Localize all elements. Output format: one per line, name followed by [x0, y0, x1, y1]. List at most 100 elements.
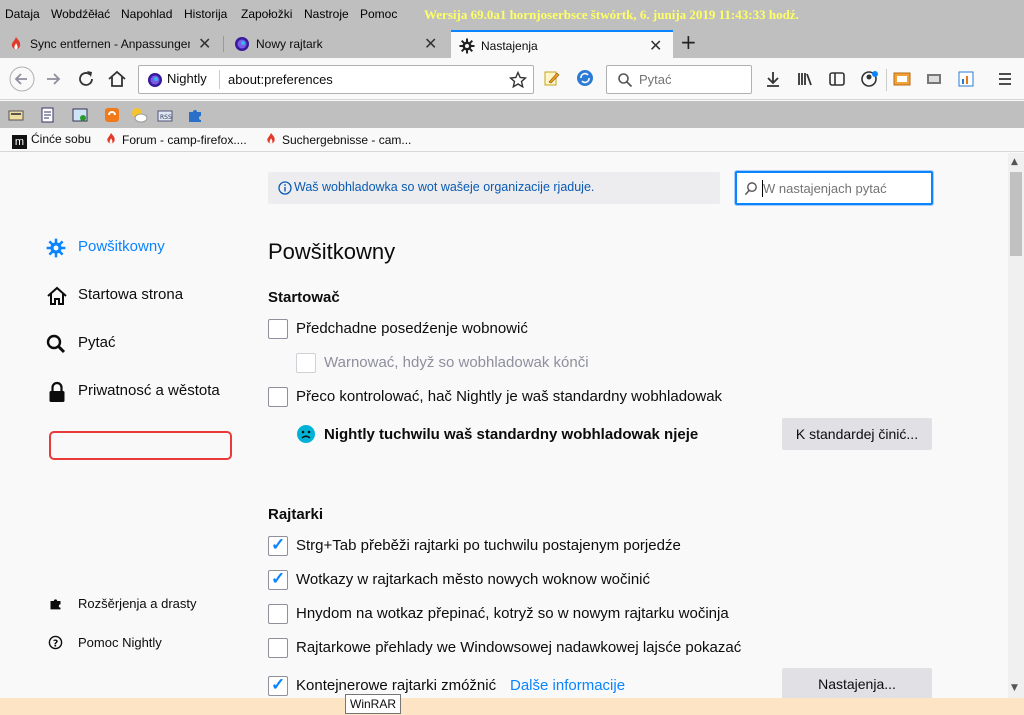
feed-icon[interactable]: RSS	[157, 108, 173, 124]
weather-icon[interactable]	[130, 106, 148, 124]
document-icon[interactable]	[40, 107, 56, 123]
section-heading-tabs: Rajtarki	[268, 506, 324, 523]
help-label: Pomoc Nightly	[78, 635, 162, 650]
tab-new-tab[interactable]: Nowy rajtark ✕	[226, 30, 448, 58]
scroll-up-icon[interactable]: ▲	[1011, 157, 1018, 167]
switch-to-tab-checkbox[interactable]: Hnydom na wotkaz přepinać, kotryž so w n…	[268, 604, 768, 626]
checkbox[interactable]	[268, 387, 288, 407]
sync-icon[interactable]	[576, 69, 594, 87]
new-tab-button[interactable]: +	[680, 30, 697, 54]
tab-label: Nastajenja	[481, 39, 538, 53]
screenshot-icon[interactable]	[925, 70, 943, 88]
star-icon[interactable]	[509, 71, 527, 89]
search-icon	[744, 182, 757, 196]
back-button[interactable]	[9, 66, 35, 92]
puzzle-icon[interactable]	[186, 106, 204, 124]
home-button[interactable]	[106, 68, 128, 90]
category-label: Powšitkowny	[78, 238, 165, 255]
checkbox-label: Strg+Tab přeběži rajtarki po tuchwilu po…	[296, 537, 681, 554]
close-icon[interactable]: ✕	[649, 36, 662, 55]
chart-icon[interactable]	[957, 70, 975, 88]
check-default-browser-checkbox[interactable]: Přeco kontrolować, hač Nightly je waš st…	[268, 387, 768, 409]
container-settings-button[interactable]: Nastajenja...	[782, 668, 932, 700]
edit-icon[interactable]	[543, 70, 560, 87]
url-text[interactable]: about:preferences	[228, 72, 333, 87]
menu-bookmarks[interactable]: Zapołožki	[241, 7, 292, 21]
scrollbar-thumb[interactable]	[1010, 172, 1022, 256]
category-home[interactable]: Startowa strona	[46, 286, 226, 308]
url-bar[interactable]: Nightly about:preferences	[138, 65, 534, 94]
checkbox[interactable]	[268, 535, 288, 556]
svg-text:RSS: RSS	[160, 114, 172, 121]
warn-on-quit-checkbox[interactable]: Warnować, hdyž so wobhladowak kónči	[296, 353, 696, 375]
checkbox[interactable]	[296, 353, 316, 373]
category-label: Startowa strona	[78, 286, 184, 303]
addons-link[interactable]: Rozšěrjenja a drasty	[48, 596, 228, 614]
help-link[interactable]: ? Pomoc Nightly	[48, 635, 228, 653]
identity-label[interactable]: Nightly	[167, 71, 207, 86]
menu-help[interactable]: Pomoc	[360, 7, 397, 21]
sidebar-icon[interactable]	[828, 70, 846, 88]
search-bar[interactable]: Pytać	[606, 65, 752, 94]
help-icon: ?	[48, 635, 63, 650]
learn-more-link[interactable]: Dalše informacije	[510, 677, 625, 694]
archive-icon[interactable]	[8, 107, 24, 123]
tab-settings[interactable]: Nastajenja ✕	[451, 30, 673, 58]
checkbox-label: Wotkazy w rajtarkach město nowych woknow…	[296, 571, 651, 588]
checkbox[interactable]	[268, 638, 288, 658]
checkbox[interactable]	[268, 569, 288, 590]
category-general[interactable]: Powšitkowny	[46, 238, 226, 260]
checkbox-label: Předchadne posedźenje wobnowić	[296, 320, 528, 337]
menu-icon[interactable]	[996, 70, 1014, 88]
menu-history[interactable]: Historija	[184, 7, 227, 21]
category-label: Priwatnosć a wěstota	[78, 382, 220, 399]
policy-notice-text: Waš wobhladowka so wot wašeje organizaci…	[294, 180, 595, 194]
bookmark-label: Forum - camp-firefox....	[122, 133, 247, 147]
bookmark-label: Ćinće sobu	[31, 132, 92, 146]
window-icon[interactable]	[72, 107, 88, 123]
tab-sync[interactable]: Sync entfernen - Anpassungen ✕	[0, 30, 222, 58]
checkbox[interactable]	[268, 675, 288, 696]
download-icon[interactable]	[764, 70, 782, 88]
reload-button[interactable]	[75, 68, 97, 90]
checkbox-label: Rajtarkowe přehlady we Windowsowej nadaw…	[296, 639, 742, 656]
links-in-tabs-checkbox[interactable]: Wotkazy w rajtarkach město nowych woknow…	[268, 569, 768, 592]
checkbox-label: Přeco kontrolować, hač Nightly je waš st…	[296, 388, 723, 405]
not-default-browser-text: Nightly tuchwilu waš standardny wobhlado…	[324, 426, 699, 443]
checkbox[interactable]	[268, 604, 288, 624]
menu-tools[interactable]: Nastroje	[304, 7, 349, 21]
highlight-box	[49, 431, 232, 460]
taskbar-previews-checkbox[interactable]: Rajtarkowe přehlady we Windowsowej nadaw…	[268, 638, 768, 660]
orange-app-icon[interactable]	[104, 107, 120, 123]
bookmark-item[interactable]: Suchergebnisse - cam...	[264, 132, 411, 147]
make-default-button[interactable]: K standardej činić...	[782, 418, 932, 450]
ctrl-tab-checkbox[interactable]: Strg+Tab přeběži rajtarki po tuchwilu po…	[268, 535, 768, 558]
preferences-search-input[interactable]: W nastajenjach pytać	[735, 171, 933, 205]
account-icon[interactable]	[860, 69, 880, 89]
bookmark-label: Suchergebnisse - cam...	[282, 133, 412, 147]
close-icon[interactable]: ✕	[198, 34, 211, 53]
policy-notice[interactable]: Waš wobhladowka so wot wašeje organizaci…	[268, 172, 720, 204]
menu-file[interactable]: Dataja	[5, 7, 40, 21]
lock-icon	[49, 381, 65, 402]
bookmark-item[interactable]: Forum - camp-firefox....	[104, 132, 247, 147]
search-icon	[618, 73, 633, 88]
checkbox[interactable]	[268, 319, 288, 339]
checkbox-label: Hnydom na wotkaz přepinać, kotryž so w n…	[296, 605, 729, 622]
menu-view[interactable]: Napohlad	[121, 7, 172, 21]
addons-label: Rozšěrjenja a drasty	[78, 596, 197, 611]
library-icon[interactable]	[796, 70, 814, 88]
window-title: Wersija 69.0a1 hornjoserbsce štwórtk, 6.…	[424, 7, 799, 22]
addon-bar	[0, 101, 1024, 128]
restore-session-checkbox[interactable]: Předchadne posedźenje wobnowić	[268, 319, 668, 341]
menu-edit[interactable]: Wobdźěłać	[51, 7, 110, 21]
bookmark-item[interactable]: m Ćinće sobu	[12, 132, 91, 149]
scroll-down-icon[interactable]: ▼	[1011, 683, 1018, 693]
close-icon[interactable]: ✕	[424, 34, 437, 53]
category-privacy[interactable]: Priwatnosć a wěstota	[46, 381, 236, 404]
image-icon[interactable]	[893, 70, 911, 88]
category-search[interactable]: Pytać	[46, 334, 226, 356]
forward-button[interactable]	[43, 68, 65, 90]
page-title: Powšitkowny	[268, 239, 396, 264]
flame-icon	[267, 132, 275, 144]
